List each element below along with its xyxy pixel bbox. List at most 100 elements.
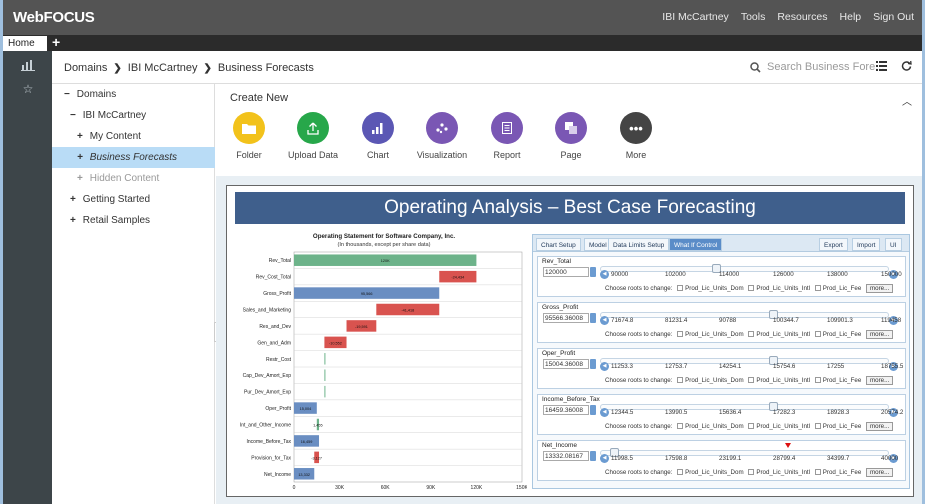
checkbox[interactable] [677,377,684,383]
value-input[interactable]: 13332.08167 [543,451,589,461]
value-input[interactable]: 120000 [543,267,589,277]
tree-label: Domains [76,89,117,100]
checkbox-label: Prod_Lic_Units_Intl [756,469,811,476]
slider-tick: 23199.1 [719,455,742,462]
chart-x-ticks: 0 30K 60K 90K 120K 150K [293,485,527,491]
checkbox[interactable] [748,377,755,383]
create-more-button[interactable]: ••• More [601,112,671,160]
ui-button[interactable]: UI [885,238,902,251]
checkbox[interactable] [677,331,684,337]
what-if-group: Oper_Profit 15004.36008 ◀ ▶ 11253.3 12753… [537,348,906,389]
what-if-group: Rev_Total 120000 ◀ ▶ 90000 102000 114000 12… [537,256,906,297]
category-label: Rev_Total [269,258,291,264]
checkbox[interactable] [748,331,755,337]
expand-icon[interactable]: + [70,189,80,210]
tab-chart-setup[interactable]: Chart Setup [536,238,581,251]
tree-item-getting-started[interactable]: + Getting Started [52,189,215,210]
data-label: -3,127 [311,456,322,460]
tree-item-retail-samples[interactable]: + Retail Samples [52,210,215,231]
tools-menu[interactable]: Tools [741,11,766,23]
report-title: Operating Analysis – Best Case Forecasti… [235,192,905,224]
checkbox[interactable] [677,423,684,429]
more-button[interactable]: more... [866,468,894,477]
export-button[interactable]: Export [819,238,848,251]
spinner-icon[interactable] [590,405,596,415]
value-input[interactable]: 95566.36008 [543,313,589,323]
more-button[interactable]: more... [866,376,894,385]
arrow-left-icon[interactable]: ◀ [600,454,609,463]
upload-data-button[interactable]: Upload Data [278,112,348,160]
tree-item-domains[interactable]: − Domains [52,84,215,105]
more-button[interactable]: more... [866,330,894,339]
tab-data-limits-setup[interactable]: Data Limits Setup [608,238,670,251]
breadcrumb-item-ibi-mccartney[interactable]: IBI McCartney [128,62,198,74]
spinner-icon[interactable] [590,451,596,461]
slider-tick: 17282.3 [773,409,796,416]
roots-row: Choose roots to change: Prod_Lic_Units_D… [605,376,894,385]
refresh-icon[interactable] [901,60,912,74]
add-tab-button[interactable]: + [52,34,60,50]
what-if-group: Gross_Profit 95566.36008 ◀ ▶ 71674.8 8123… [537,302,906,343]
checkbox[interactable] [814,331,821,337]
user-menu[interactable]: IBI McCartney [662,11,729,23]
checkbox[interactable] [748,423,755,429]
collapse-icon[interactable]: − [70,105,80,126]
group-name: Net_Income [542,442,578,449]
value-input[interactable]: 16459.36008 [543,405,589,415]
tree-item-business-forecasts[interactable]: + Business Forecasts [52,147,215,168]
breadcrumb-item-domains[interactable]: Domains [64,62,107,74]
arrow-left-icon[interactable]: ◀ [600,316,609,325]
chart-grid [293,251,523,483]
create-page-button[interactable]: Page [536,112,606,160]
sign-out-link[interactable]: Sign Out [873,11,914,23]
checkbox[interactable] [814,469,821,475]
search-input[interactable]: Search Business Fore... [767,61,884,73]
expand-icon[interactable]: + [70,210,80,231]
app-window: WebFOCUS IBI McCartney Tools Resources H… [0,0,925,504]
bar-restr-cost [324,353,326,365]
checkbox[interactable] [677,285,684,291]
category-label: Int_and_Other_Income [240,422,291,428]
search-box[interactable]: Search Business Fore... [750,61,884,73]
tab-home[interactable]: Home [3,36,47,51]
bar-chart-icon[interactable] [20,59,36,75]
collapse-icon[interactable]: − [64,84,74,105]
create-visualization-button[interactable]: Visualization [407,112,477,160]
checkbox[interactable] [814,377,821,383]
value-input[interactable]: 15004.36008 [543,359,589,369]
arrow-left-icon[interactable]: ◀ [600,362,609,371]
tab-what-if-control[interactable]: What If Control [669,238,723,251]
more-button[interactable]: more... [866,422,894,431]
more-button[interactable]: more... [866,284,894,293]
create-chart-button[interactable]: Chart [343,112,413,160]
spinner-icon[interactable] [590,267,596,277]
chevron-up-icon[interactable]: ︿ [902,93,912,108]
arrow-left-icon[interactable]: ◀ [600,408,609,417]
checkbox[interactable] [748,285,755,291]
expand-icon[interactable]: + [77,126,87,147]
tree-item-my-content[interactable]: + My Content [52,126,215,147]
arrow-left-icon[interactable]: ◀ [600,270,609,279]
star-icon[interactable]: ☆ [20,82,36,98]
checkbox[interactable] [814,423,821,429]
list-view-icon[interactable] [876,60,887,74]
breadcrumb-item-business-forecasts[interactable]: Business Forecasts [218,62,314,74]
visualization-icon [426,112,458,144]
resources-menu[interactable]: Resources [777,11,827,23]
spinner-icon[interactable] [590,313,596,323]
import-button[interactable]: Import [852,238,881,251]
create-folder-button[interactable]: Folder [214,112,284,160]
tree-item-hidden-content[interactable]: + Hidden Content [52,168,215,189]
create-report-button[interactable]: Report [472,112,542,160]
checkbox[interactable] [814,285,821,291]
group-name: Gross_Profit [542,304,579,311]
value-slider[interactable] [600,358,889,364]
checkbox[interactable] [677,469,684,475]
expand-icon[interactable]: + [77,147,87,168]
expand-icon[interactable]: + [77,168,87,189]
x-tick-label: 90K [426,485,436,491]
tree-item-ibi-mccartney[interactable]: − IBI McCartney [52,105,215,126]
checkbox[interactable] [748,469,755,475]
help-menu[interactable]: Help [840,11,862,23]
spinner-icon[interactable] [590,359,596,369]
